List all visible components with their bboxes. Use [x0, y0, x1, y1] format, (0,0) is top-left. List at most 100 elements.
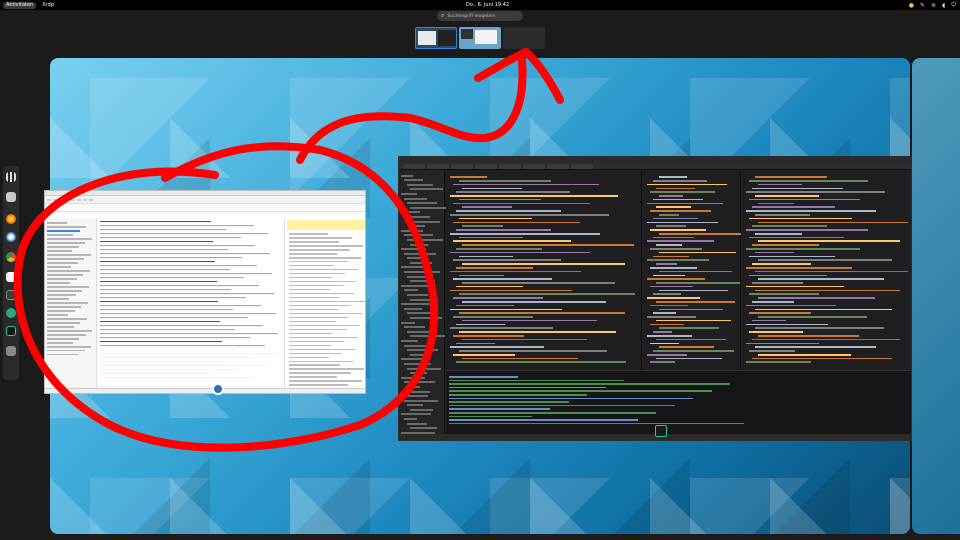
settings-icon[interactable]: [6, 308, 16, 318]
preview-text-line: [47, 318, 87, 320]
code-line: [453, 202, 590, 205]
preview-text-line: [289, 296, 341, 299]
code-line: [653, 179, 708, 182]
preview-text-line: [47, 349, 85, 352]
preview-text-line: [289, 264, 335, 267]
code-line: [450, 346, 544, 348]
activities-button[interactable]: Aktivitäten: [3, 1, 37, 9]
code-line: [749, 236, 844, 239]
app-menu[interactable]: Xrdp: [42, 2, 54, 8]
tree-item: [401, 376, 425, 379]
ide-tab-bar: [399, 163, 911, 170]
code-line: [746, 285, 844, 288]
ide-window-preview[interactable]: [398, 156, 912, 441]
code-line: [462, 357, 578, 360]
code-line: [453, 297, 543, 299]
ide-icon[interactable]: [6, 326, 16, 336]
next-workspace-preview[interactable]: [912, 58, 960, 534]
tree-item: [401, 339, 419, 342]
code-line: [659, 327, 719, 330]
code-line: [453, 316, 534, 318]
preview-text-line: [100, 269, 230, 271]
search-input[interactable]: ⌕ Suchbegriff eingeben: [437, 11, 523, 21]
mail-folder-pane: [45, 218, 97, 393]
ide-window-icon: [655, 425, 667, 437]
code-line: [755, 176, 827, 178]
trash-icon[interactable]: [6, 346, 16, 356]
preview-text-line: [289, 352, 343, 355]
preview-text-line: [47, 314, 68, 316]
mail-window-preview[interactable]: [44, 190, 366, 394]
tree-item: [410, 317, 442, 319]
workspace-thumbnail-1[interactable]: [415, 27, 457, 49]
power-icon: ⏻: [951, 1, 956, 8]
code-line: [647, 259, 710, 261]
code-line: [659, 214, 679, 216]
tree-item: [407, 220, 440, 223]
console-line: [449, 383, 731, 385]
tree-item: [404, 399, 439, 402]
code-line: [656, 300, 736, 303]
preview-text-line: [47, 306, 82, 308]
code-line: [656, 357, 722, 360]
workspace-thumbnail-3[interactable]: [503, 27, 545, 49]
preview-text-line: [100, 321, 221, 323]
preview-text-line: [289, 240, 339, 243]
code-line: [450, 251, 591, 254]
code-line: [650, 304, 689, 307]
files-icon[interactable]: [6, 192, 16, 202]
preview-text-line: [289, 356, 329, 359]
preview-text-line: [47, 345, 92, 348]
code-line: [656, 187, 696, 190]
code-line: [456, 361, 627, 364]
tree-item: [410, 408, 434, 411]
code-line: [749, 350, 795, 352]
chrome-icon[interactable]: [6, 252, 16, 262]
tree-item: [401, 248, 427, 251]
text-editor-icon[interactable]: [6, 272, 16, 282]
code-line: [647, 202, 723, 205]
code-line: [653, 312, 677, 314]
code-line: [659, 308, 724, 311]
preview-text-line: [100, 301, 219, 303]
code-line: [459, 236, 523, 239]
preview-text-line: [100, 285, 260, 287]
code-line: [752, 263, 811, 265]
preview-text-line: [289, 368, 364, 371]
tree-item: [410, 353, 424, 356]
preview-text-line: [47, 266, 71, 268]
code-line: [647, 335, 692, 337]
code-line: [755, 289, 901, 292]
thunderbird-icon[interactable]: [6, 232, 16, 242]
code-line: [758, 297, 876, 299]
top-bar: Aktivitäten Xrdp Do., 6. Juni 19:42 ● ✎ …: [0, 0, 960, 10]
code-line: [749, 179, 868, 182]
code-line: [659, 195, 684, 197]
code-line: [453, 259, 562, 261]
preview-text-line: [100, 297, 247, 299]
code-line: [650, 266, 698, 269]
code-line: [462, 300, 606, 303]
terminal-icon[interactable]: [6, 290, 16, 300]
code-line: [650, 361, 675, 364]
preview-text-line: [47, 226, 87, 228]
workspace-thumbnail-2[interactable]: [459, 27, 501, 49]
system-tray[interactable]: ● ✎ ≋ ◖ ⏻: [909, 0, 956, 10]
code-line: [450, 289, 572, 292]
preview-text-line: [289, 372, 351, 375]
preview-text-line: [100, 261, 215, 263]
preview-text-line: [47, 294, 76, 296]
preview-text-line: [100, 336, 250, 339]
code-line: [749, 217, 852, 220]
code-line: [755, 232, 803, 235]
preview-text-line: [47, 234, 73, 236]
code-line: [755, 346, 876, 348]
preview-text-line: [100, 376, 254, 379]
preview-text-line: [47, 286, 89, 288]
app-grid-icon[interactable]: [6, 172, 16, 182]
clock[interactable]: Do., 6. Juni 19:42: [466, 1, 509, 9]
preview-text-line: [100, 229, 226, 231]
firefox-icon[interactable]: [6, 214, 16, 224]
code-line: [653, 274, 686, 277]
preview-text-line: [100, 340, 223, 343]
